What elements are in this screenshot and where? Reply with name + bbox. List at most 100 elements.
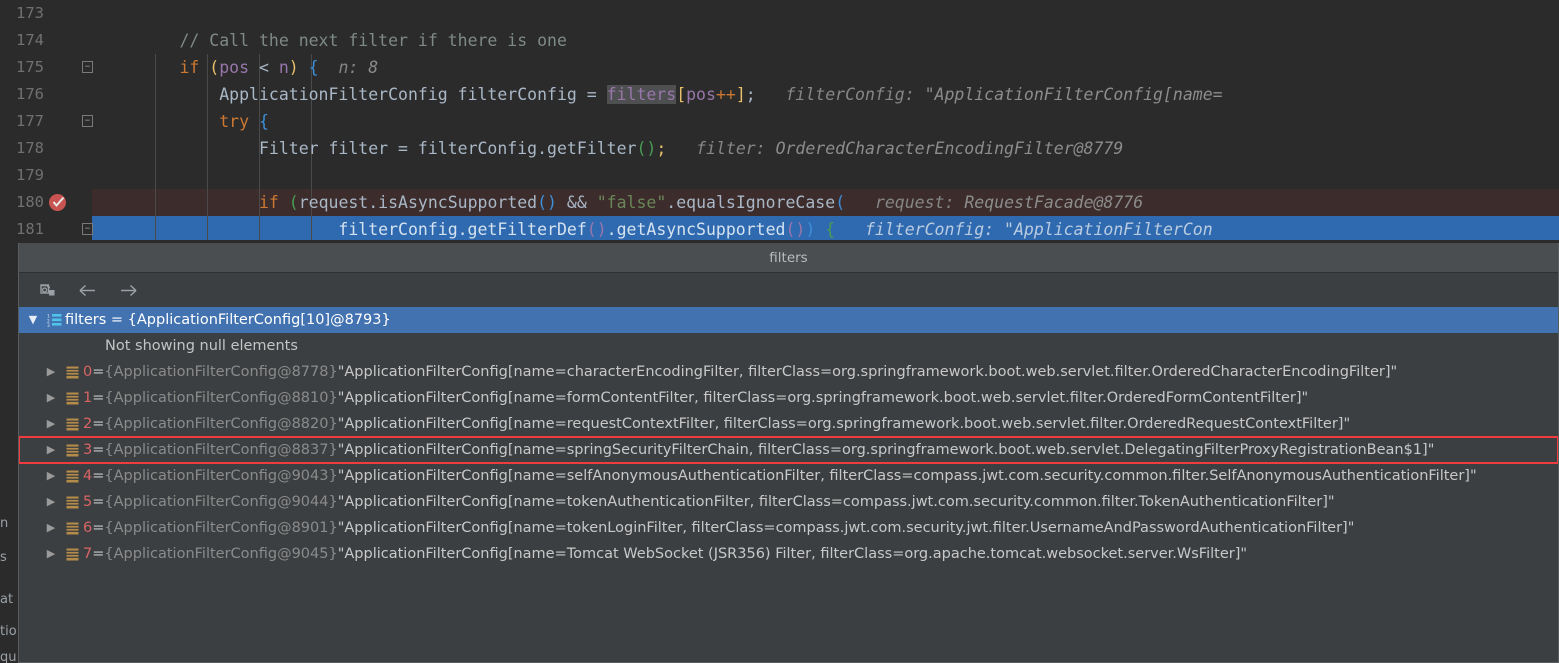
equals-sign: = xyxy=(92,416,105,432)
hidden-panel-text: qu xyxy=(0,650,17,663)
tree-row-highlighted[interactable]: ▶ 3 = {ApplicationFilterConfig@8837} "App… xyxy=(19,436,1558,464)
equals-sign: = xyxy=(92,494,105,510)
hidden-panel-text: s xyxy=(0,550,7,565)
code-fold-marker[interactable]: − xyxy=(82,61,93,73)
array-index: 0 xyxy=(83,364,93,380)
array-index: 2 xyxy=(83,416,93,432)
object-reference: {ApplicationFilterConfig@8810} xyxy=(104,390,338,406)
tree-root-row[interactable]: ▼ 1 2 3 filters = {ApplicationFilterConfig[1… xyxy=(19,307,1558,333)
code-text: if (pos < n) { n: 8 xyxy=(179,58,379,77)
tree-row[interactable]: ▶ 5 = {ApplicationFilterConfig@9044} "App… xyxy=(19,489,1558,515)
code-text: // Call the next filter if there is one xyxy=(179,31,567,50)
line-number: 178 xyxy=(16,139,44,157)
indent-guide xyxy=(311,108,312,135)
code-text: try { xyxy=(219,112,269,131)
code-text: ApplicationFilterConfig filterConfig = f… xyxy=(219,85,1223,104)
array-index: 1 xyxy=(83,390,93,406)
code-line[interactable]: 178 Filter filter = filterConfig.getFilt… xyxy=(0,135,1559,162)
ide-debugger-screen: 173 174 // Call the next filter if there … xyxy=(0,0,1559,663)
code-fold-marker[interactable]: − xyxy=(82,223,93,235)
null-elements-note: Not showing null elements xyxy=(105,338,298,354)
line-number: 174 xyxy=(16,31,44,49)
code-line[interactable]: 175 − if (pos < n) { n: 8 xyxy=(0,54,1559,81)
line-number: 179 xyxy=(16,166,44,184)
expand-collapse-arrow[interactable]: ▶ xyxy=(41,385,61,411)
line-number: 176 xyxy=(16,85,44,103)
array-123-icon: 123 xyxy=(43,313,65,327)
object-reference: {ApplicationFilterConfig@8837} xyxy=(104,442,338,458)
variable-inspect-popup[interactable]: filters ▼ 1 2 3 filters = {ApplicationFi… xyxy=(18,243,1559,663)
equals-sign: = xyxy=(92,546,105,562)
breakpoint-verified-icon[interactable] xyxy=(49,194,66,211)
line-number: 177 xyxy=(16,112,44,130)
code-line[interactable]: 174 // Call the next filter if there is … xyxy=(0,27,1559,54)
object-value: "ApplicationFilterConfig[name=springSecu… xyxy=(337,442,1435,458)
expand-collapse-arrow[interactable]: ▶ xyxy=(41,463,61,489)
object-value: "ApplicationFilterConfig[name=formConten… xyxy=(337,390,1309,406)
popup-toolbar[interactable] xyxy=(19,273,1558,307)
expand-collapse-arrow[interactable]: ▶ xyxy=(41,411,61,437)
equals-sign: = xyxy=(92,468,105,484)
code-line[interactable]: 176 ApplicationFilterConfig filterConfig… xyxy=(0,81,1559,108)
object-reference: {ApplicationFilterConfig@8820} xyxy=(104,416,338,432)
object-reference: {ApplicationFilterConfig@9044} xyxy=(104,494,338,510)
equals-sign: = xyxy=(92,442,105,458)
object-value: "ApplicationFilterConfig[name=characterE… xyxy=(337,364,1398,380)
array-index: 7 xyxy=(83,546,93,562)
hidden-panel-text: tio xyxy=(0,624,17,639)
tree-row[interactable]: ▶ 2 = {ApplicationFilterConfig@8820} "App… xyxy=(19,411,1558,437)
object-value: "ApplicationFilterConfig[name=tokenLogin… xyxy=(337,520,1355,536)
code-fold-marker[interactable]: − xyxy=(82,115,93,127)
object-reference: {ApplicationFilterConfig@9043} xyxy=(104,468,338,484)
indent-guide xyxy=(311,162,312,189)
equals-sign: = xyxy=(92,364,105,380)
indent-guide xyxy=(207,162,208,189)
array-element-icon xyxy=(61,522,83,535)
tree-row[interactable]: ▶ 7 = {ApplicationFilterConfig@9045} "App… xyxy=(19,541,1558,567)
back-arrow-icon[interactable] xyxy=(75,278,101,302)
forward-arrow-icon[interactable] xyxy=(115,278,141,302)
tree-row[interactable]: ▶ 6 = {ApplicationFilterConfig@8901} "App… xyxy=(19,515,1558,541)
tree-row[interactable]: ▶ 4 = {ApplicationFilterConfig@9043} "App… xyxy=(19,463,1558,489)
code-line[interactable]: 181 − filterConfig.getFilterDef().getAsyn… xyxy=(0,216,1559,240)
line-number: 173 xyxy=(16,4,44,22)
object-value: "ApplicationFilterConfig[name=tokenAuthe… xyxy=(337,494,1335,510)
code-line[interactable]: 179 xyxy=(0,162,1559,189)
equals-sign: = xyxy=(92,390,105,406)
evaluate-expression-icon[interactable] xyxy=(35,278,61,302)
code-editor[interactable]: 173 174 // Call the next filter if there … xyxy=(0,0,1559,240)
array-element-icon xyxy=(61,496,83,509)
object-value: "ApplicationFilterConfig[name=requestCon… xyxy=(337,416,1351,432)
indent-guide xyxy=(155,162,156,189)
expand-collapse-arrow[interactable]: ▶ xyxy=(41,359,61,385)
object-value: "ApplicationFilterConfig[name=Tomcat Web… xyxy=(337,546,1248,562)
array-index: 4 xyxy=(83,468,93,484)
array-index: 6 xyxy=(83,520,93,536)
expand-collapse-arrow[interactable]: ▶ xyxy=(41,489,61,515)
hidden-panel-text: n xyxy=(0,516,9,531)
array-element-icon xyxy=(61,392,83,405)
null-elements-note-row: Not showing null elements xyxy=(19,333,1558,359)
expand-collapse-arrow[interactable]: ▼ xyxy=(23,307,43,333)
array-element-icon xyxy=(61,548,83,561)
expand-collapse-arrow[interactable]: ▶ xyxy=(41,437,61,463)
expand-collapse-arrow[interactable]: ▶ xyxy=(41,515,61,541)
line-number: 175 xyxy=(16,58,44,76)
array-element-icon xyxy=(61,366,83,379)
tree-row[interactable]: ▶ 0 = {ApplicationFilterConfig@8778} "App… xyxy=(19,359,1558,385)
object-value: "ApplicationFilterConfig[name=selfAnonym… xyxy=(337,468,1477,484)
code-line[interactable]: 177 − try { xyxy=(0,108,1559,135)
tree-row[interactable]: ▶ 1 = {ApplicationFilterConfig@8810} "App… xyxy=(19,385,1558,411)
code-line[interactable]: 173 xyxy=(0,0,1559,27)
array-index: 5 xyxy=(83,494,93,510)
code-text: filterConfig.getFilterDef().getAsyncSupp… xyxy=(338,220,1213,239)
code-line[interactable]: 180 if (request.isAsyncSupported() && "f… xyxy=(0,189,1559,216)
variables-tree[interactable]: ▼ 1 2 3 filters = {ApplicationFilterConfig[1… xyxy=(19,307,1558,662)
code-text: if (request.isAsyncSupported() && "false… xyxy=(258,193,1144,212)
array-element-icon xyxy=(61,470,83,483)
line-number: 180 xyxy=(16,193,44,211)
expand-collapse-arrow[interactable]: ▶ xyxy=(41,541,61,567)
array-index: 3 xyxy=(83,442,93,458)
hidden-panel-text: at xyxy=(0,592,14,607)
code-text: Filter filter = filterConfig.getFilter()… xyxy=(258,139,1124,158)
